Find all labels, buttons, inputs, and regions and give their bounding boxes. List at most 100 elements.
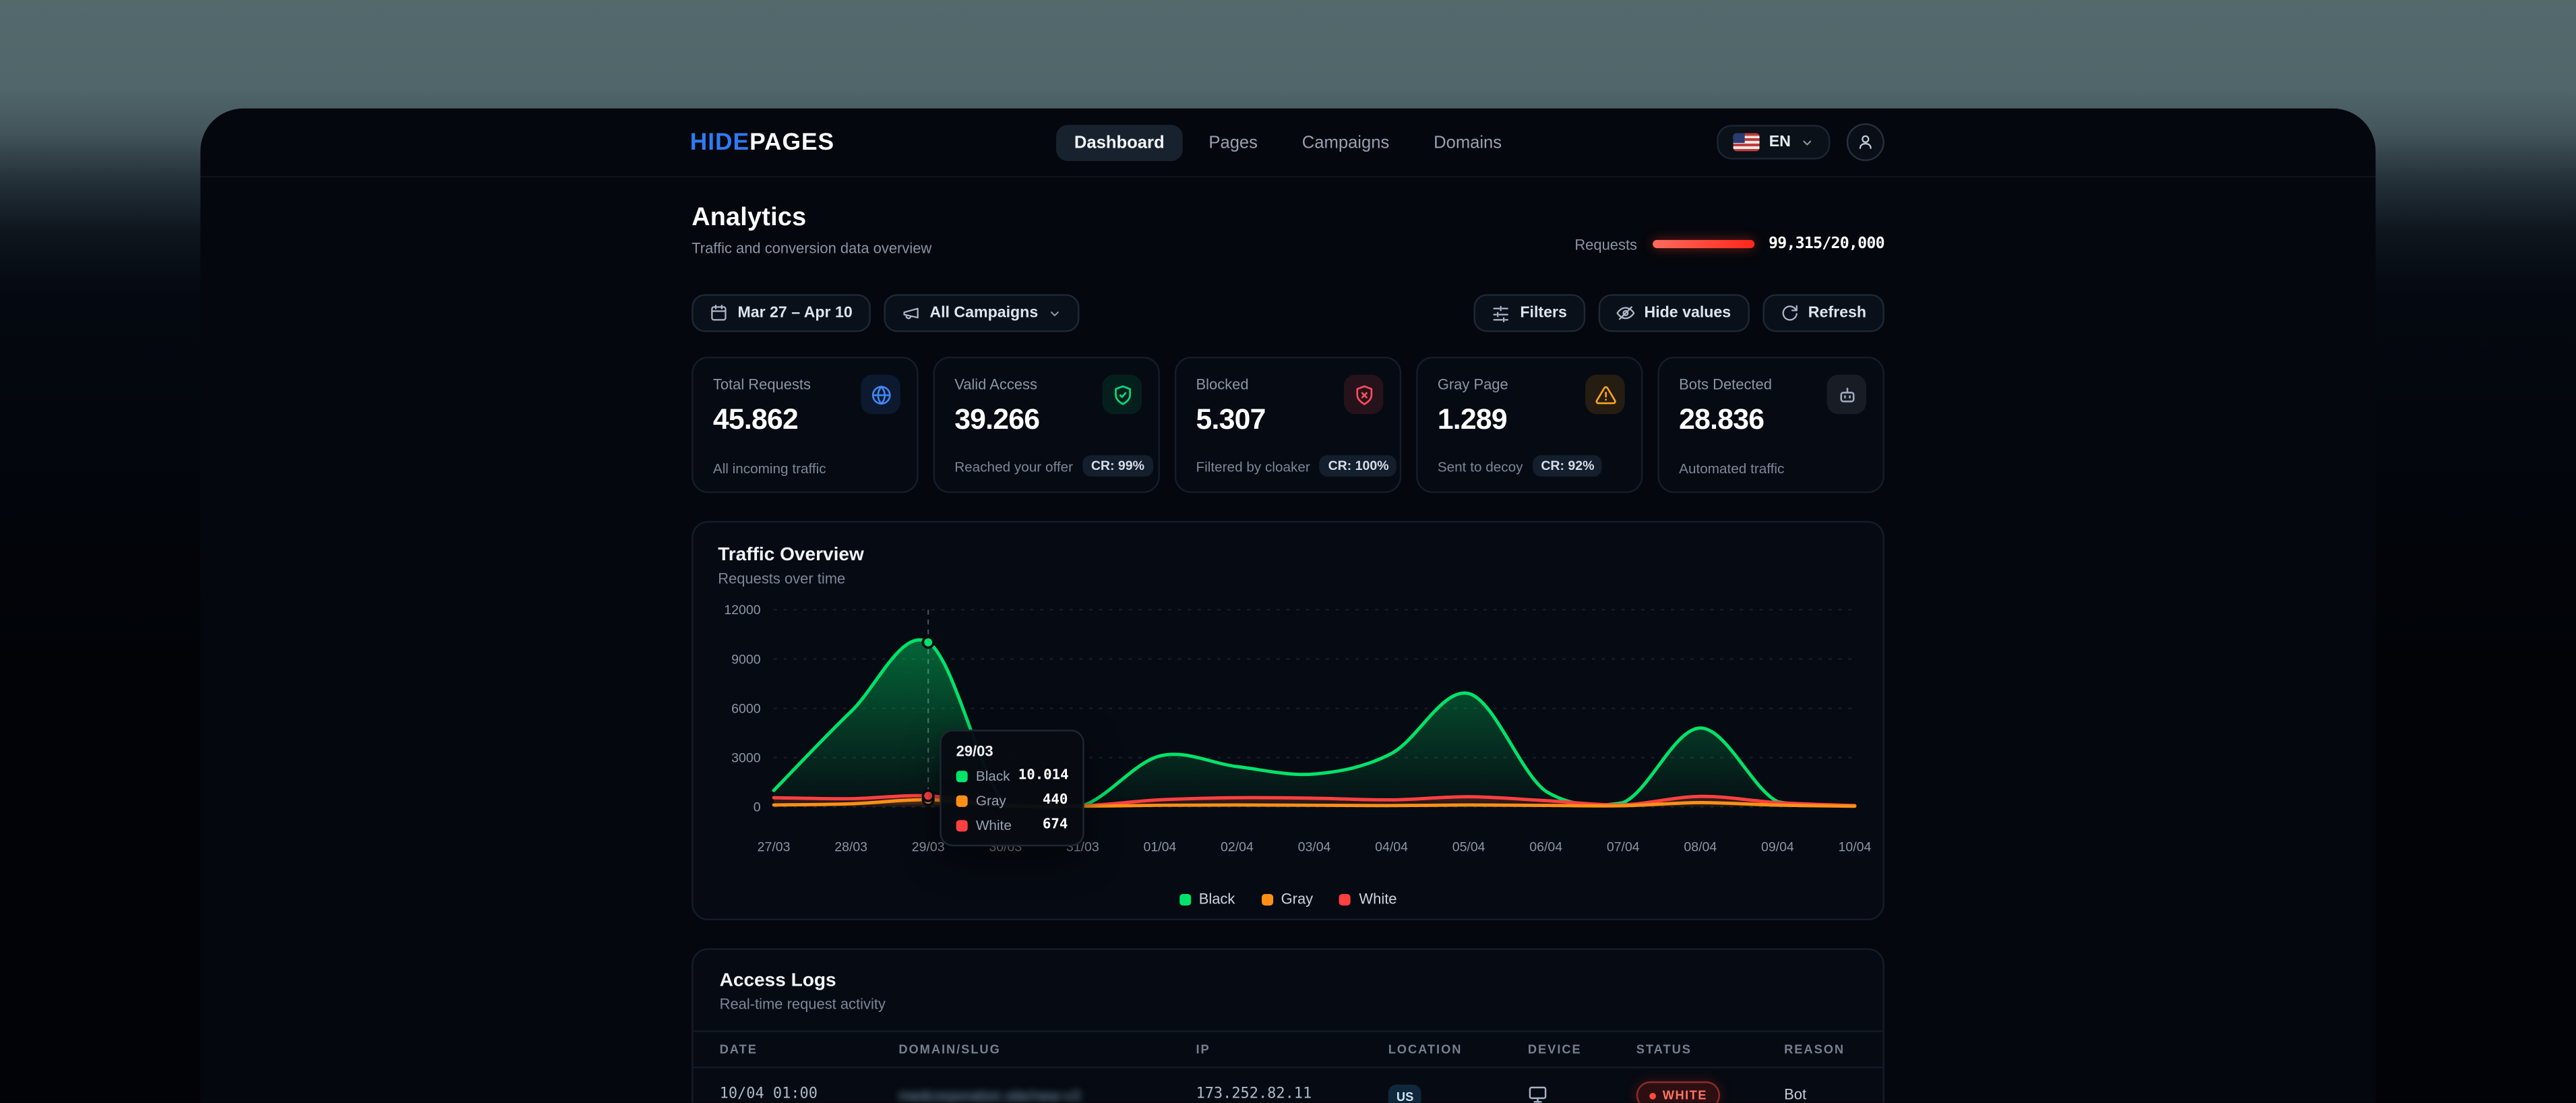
log-reason: Bot	[1784, 1085, 1856, 1102]
filters-icon	[1492, 304, 1510, 322]
column-header-ip: IP	[1196, 1042, 1388, 1056]
svg-text:08/04: 08/04	[1684, 840, 1717, 855]
svg-text:09/04: 09/04	[1761, 840, 1794, 855]
svg-text:07/04: 07/04	[1607, 840, 1640, 855]
svg-text:6000: 6000	[731, 701, 761, 716]
alert-triangle-icon	[1585, 375, 1625, 415]
svg-text:02/04: 02/04	[1221, 840, 1254, 855]
user-icon	[1856, 133, 1874, 151]
nav-item-dashboard[interactable]: Dashboard	[1056, 124, 1182, 160]
tooltip-date: 29/03	[956, 743, 1068, 759]
refresh-button[interactable]: Refresh	[1762, 294, 1884, 332]
svg-text:29/03: 29/03	[912, 840, 945, 855]
svg-text:06/04: 06/04	[1529, 840, 1562, 855]
svg-text:3000: 3000	[731, 751, 761, 766]
refresh-icon	[1780, 304, 1798, 322]
column-header-status: STATUS	[1636, 1042, 1784, 1056]
stat-subtitle: Filtered by cloaker	[1196, 458, 1310, 474]
access-logs-card: Access Logs Real-time request activity D…	[692, 948, 1884, 1102]
svg-text:05/04: 05/04	[1452, 840, 1485, 855]
tooltip-row-black: Black 10.014	[956, 767, 1068, 783]
main-content: Analytics Traffic and conversion data ov…	[692, 204, 1884, 1102]
top-right-actions: EN	[1717, 123, 1884, 161]
logs-table-header: DATE DOMAIN/SLUG IP LOCATION DEVICE STAT…	[694, 1030, 1883, 1068]
svg-text:9000: 9000	[731, 652, 761, 667]
logs-subtitle: Real-time request activity	[720, 996, 1857, 1012]
stats-row: Total Requests 45.862 All incoming traff…	[692, 357, 1884, 493]
brand-logo-part1: HIDE	[690, 129, 749, 155]
svg-text:01/04: 01/04	[1143, 840, 1176, 855]
column-header-location: LOCATION	[1388, 1042, 1528, 1056]
svg-text:0: 0	[754, 800, 761, 815]
page-subtitle: Traffic and conversion data overview	[692, 240, 931, 256]
log-domain-blurred: medcorporation.site/new-v3	[898, 1087, 1080, 1102]
status-dot-icon	[1649, 1092, 1656, 1099]
column-header-device: DEVICE	[1528, 1042, 1636, 1056]
user-menu-button[interactable]	[1847, 123, 1884, 161]
legend-item-black[interactable]: Black	[1179, 891, 1235, 907]
chart-subtitle: Requests over time	[718, 570, 1858, 587]
page-title: Analytics	[692, 204, 931, 233]
screen: HIDEPAGES Dashboard Pages Campaigns Doma…	[0, 0, 2576, 1103]
traffic-chart[interactable]: 03000600090001200027/0328/0329/0330/0331…	[718, 597, 1862, 856]
nav-item-pages[interactable]: Pages	[1191, 124, 1276, 160]
stat-card-blocked: Blocked 5.307 Filtered by cloaker CR: 10…	[1175, 357, 1401, 493]
brand-logo: HIDEPAGES	[690, 129, 834, 155]
log-ip: 173.252.82.11	[1196, 1085, 1388, 1102]
device-cell	[1528, 1084, 1636, 1103]
stat-subtitle: Reached your offer	[954, 458, 1073, 474]
shield-x-icon	[1344, 375, 1384, 415]
hide-values-label: Hide values	[1644, 304, 1731, 322]
refresh-label: Refresh	[1808, 304, 1866, 322]
nav-item-campaigns[interactable]: Campaigns	[1284, 124, 1407, 160]
location-badge: US	[1388, 1084, 1422, 1103]
log-date: 10/04 01:00	[720, 1085, 899, 1102]
requests-meter-bar	[1652, 240, 1754, 247]
page-head: Analytics Traffic and conversion data ov…	[692, 204, 1884, 256]
white-series-chip	[1339, 893, 1351, 905]
date-range-button[interactable]: Mar 27 – Apr 10	[692, 294, 870, 332]
stat-subtitle: All incoming traffic	[713, 460, 826, 477]
app-window: HIDEPAGES Dashboard Pages Campaigns Doma…	[200, 109, 2375, 1103]
filters-label: Filters	[1520, 304, 1567, 322]
white-series-chip	[956, 819, 968, 831]
column-header-date: DATE	[720, 1042, 899, 1056]
legend-item-gray[interactable]: Gray	[1261, 891, 1313, 907]
logs-title: Access Logs	[720, 972, 1857, 991]
hide-values-button[interactable]: Hide values	[1598, 294, 1749, 332]
gray-series-chip	[1261, 893, 1272, 905]
cr-badge: CR: 92%	[1533, 455, 1602, 477]
column-header-domain: DOMAIN/SLUG	[898, 1042, 1196, 1056]
us-flag-icon	[1733, 133, 1759, 151]
filters-button[interactable]: Filters	[1474, 294, 1585, 332]
legend-item-white[interactable]: White	[1339, 891, 1397, 907]
brand-logo-part2: PAGES	[749, 129, 834, 155]
svg-text:12000: 12000	[724, 603, 760, 618]
cr-badge: CR: 99%	[1083, 455, 1153, 477]
chevron-down-icon	[1801, 136, 1814, 149]
black-series-chip	[956, 770, 968, 781]
shield-check-icon	[1103, 375, 1142, 415]
main-nav: Dashboard Pages Campaigns Domains	[1056, 124, 1520, 160]
svg-text:27/03: 27/03	[758, 840, 791, 855]
chevron-down-icon	[1048, 307, 1062, 320]
bot-icon	[1827, 375, 1867, 415]
campaigns-select[interactable]: All Campaigns	[884, 294, 1079, 332]
black-series-chip	[1179, 893, 1190, 905]
top-bar: HIDEPAGES Dashboard Pages Campaigns Doma…	[200, 109, 2375, 177]
calendar-icon	[710, 304, 728, 322]
requests-meter: Requests 99,315/20,000	[1574, 235, 1884, 254]
language-code: EN	[1769, 133, 1791, 151]
language-selector[interactable]: EN	[1717, 125, 1831, 159]
log-row: 10/04 01:00 medcorporation.site/new-v3 1…	[694, 1068, 1883, 1102]
tooltip-row-gray: Gray 440	[956, 792, 1068, 808]
date-range-label: Mar 27 – Apr 10	[737, 304, 852, 322]
svg-text:28/03: 28/03	[834, 840, 867, 855]
nav-item-domains[interactable]: Domains	[1415, 124, 1520, 160]
cr-badge: CR: 100%	[1320, 455, 1397, 477]
controls-row: Mar 27 – Apr 10 All Campaigns Filters	[692, 294, 1884, 332]
svg-text:04/04: 04/04	[1375, 840, 1408, 855]
requests-meter-label: Requests	[1574, 236, 1637, 252]
traffic-overview-card: Traffic Overview Requests over time 0300…	[692, 521, 1884, 920]
chart-legend: Black Gray White	[694, 891, 1883, 907]
